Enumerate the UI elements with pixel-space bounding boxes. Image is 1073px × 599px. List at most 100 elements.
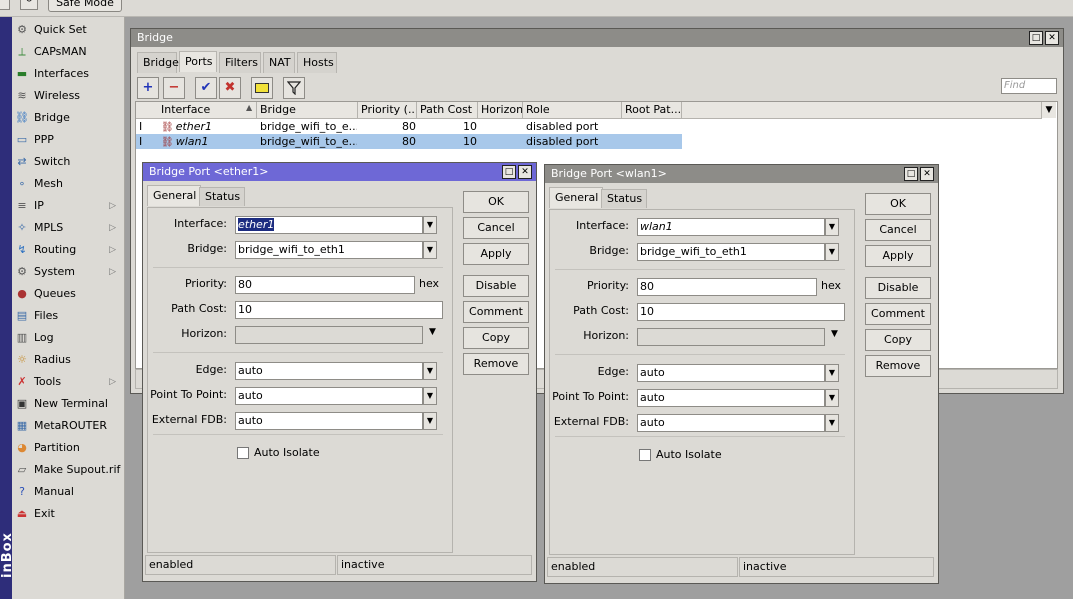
- table-row[interactable]: I ⛓ ether1 bridge_wifi_to_e... 80 10 disabled …: [136, 119, 682, 134]
- sidebar-item-bridge[interactable]: ⛓ Bridge: [12, 107, 124, 129]
- disable-button[interactable]: Disable: [463, 275, 529, 297]
- dropdown-arrow-icon[interactable]: ▼: [825, 414, 839, 432]
- cancel-button[interactable]: Cancel: [463, 217, 529, 239]
- dialog-titlebar[interactable]: Bridge Port <wlan1> □ ✕: [545, 165, 938, 183]
- sidebar-item-log[interactable]: ▥ Log: [12, 327, 124, 349]
- column-header-bridge[interactable]: Bridge: [257, 102, 358, 119]
- bridge-window-titlebar[interactable]: Bridge □ ✕: [131, 29, 1063, 47]
- enable-button[interactable]: ✔: [195, 77, 217, 99]
- sidebar-item-partition[interactable]: ◕ Partition: [12, 437, 124, 459]
- copy-button[interactable]: Copy: [865, 329, 931, 351]
- column-menu-icon[interactable]: ▼: [1042, 102, 1056, 118]
- maximize-icon[interactable]: □: [1029, 31, 1043, 45]
- sidebar-item-wireless[interactable]: ≋ Wireless: [12, 85, 124, 107]
- sidebar-item-capsman[interactable]: ⟂ CAPsMAN: [12, 41, 124, 63]
- tab-ports[interactable]: Ports: [179, 51, 217, 72]
- sidebar-item-tools[interactable]: ✗ Tools ▷: [12, 371, 124, 393]
- sidebar-item-switch[interactable]: ⇄ Switch: [12, 151, 124, 173]
- sidebar-item-quick-set[interactable]: ⚙ Quick Set: [12, 19, 124, 41]
- maximize-icon[interactable]: □: [502, 165, 516, 179]
- remove-button[interactable]: Remove: [463, 353, 529, 375]
- sidebar-item-mpls[interactable]: ✧ MPLS ▷: [12, 217, 124, 239]
- disable-button[interactable]: Disable: [865, 277, 931, 299]
- p2p-field[interactable]: auto: [637, 389, 825, 407]
- sidebar-item-make-supout-rif[interactable]: ▱ Make Supout.rif: [12, 459, 124, 481]
- comment-button[interactable]: [251, 77, 273, 99]
- add-button[interactable]: +: [137, 77, 159, 99]
- column-header-horizon[interactable]: Horizon: [478, 102, 523, 119]
- edge-field[interactable]: auto: [637, 364, 825, 382]
- dropdown-arrow-icon[interactable]: ▼: [423, 412, 437, 430]
- ext-fdb-field[interactable]: auto: [235, 412, 423, 430]
- ext-fdb-field[interactable]: auto: [637, 414, 825, 432]
- sidebar-item-ip[interactable]: ≡ IP ▷: [12, 195, 124, 217]
- sidebar-item-ppp[interactable]: ▭ PPP: [12, 129, 124, 151]
- bridge-field[interactable]: bridge_wifi_to_eth1: [637, 243, 825, 261]
- column-header-root-pat[interactable]: Root Pat...: [622, 102, 682, 119]
- column-header-interface[interactable]: Interface: [158, 102, 257, 119]
- tab-hosts[interactable]: Hosts: [297, 52, 337, 73]
- tab-general[interactable]: General: [147, 185, 201, 206]
- disable-button[interactable]: ✖: [219, 77, 241, 99]
- remove-button[interactable]: Remove: [865, 355, 931, 377]
- tab-bridge[interactable]: Bridge: [137, 52, 179, 73]
- safe-mode-button[interactable]: Safe Mode: [48, 0, 122, 12]
- interface-field[interactable]: wlan1: [637, 218, 825, 236]
- ok-button[interactable]: OK: [865, 193, 931, 215]
- cancel-button[interactable]: Cancel: [865, 219, 931, 241]
- column-header-priority[interactable]: Priority (...: [358, 102, 417, 119]
- redo-button[interactable]: ↻: [20, 0, 38, 10]
- horizon-field[interactable]: [637, 328, 825, 346]
- dropdown-arrow-icon[interactable]: ▼: [423, 362, 437, 380]
- filter-button[interactable]: [283, 77, 305, 99]
- flag-column-header[interactable]: [136, 102, 159, 119]
- path-cost-field[interactable]: 10: [235, 301, 443, 319]
- auto-isolate-checkbox[interactable]: [639, 449, 651, 461]
- priority-field[interactable]: 80: [637, 278, 817, 296]
- find-input[interactable]: Find: [1001, 78, 1057, 94]
- bridge-field[interactable]: bridge_wifi_to_eth1: [235, 241, 423, 259]
- tab-nat[interactable]: NAT: [263, 52, 295, 73]
- table-row[interactable]: I ⛓ wlan1 bridge_wifi_to_e... 80 10 disabled p…: [136, 134, 682, 149]
- sidebar-item-system[interactable]: ⚙ System ▷: [12, 261, 124, 283]
- sidebar-item-radius[interactable]: ☼ Radius: [12, 349, 124, 371]
- dialog-titlebar[interactable]: Bridge Port <ether1> □ ✕: [143, 163, 536, 181]
- dropdown-arrow-icon[interactable]: ▼: [825, 243, 839, 261]
- horizon-field[interactable]: [235, 326, 423, 344]
- sidebar-item-manual[interactable]: ? Manual: [12, 481, 124, 503]
- maximize-icon[interactable]: □: [904, 167, 918, 181]
- undo-button[interactable]: [0, 0, 10, 10]
- sidebar-item-routing[interactable]: ↯ Routing ▷: [12, 239, 124, 261]
- tab-filters[interactable]: Filters: [219, 52, 261, 73]
- column-header-path-cost[interactable]: Path Cost: [417, 102, 478, 119]
- close-icon[interactable]: ✕: [920, 167, 934, 181]
- close-icon[interactable]: ✕: [1045, 31, 1059, 45]
- p2p-field[interactable]: auto: [235, 387, 423, 405]
- dropdown-arrow-icon[interactable]: ▼: [429, 327, 436, 337]
- copy-button[interactable]: Copy: [463, 327, 529, 349]
- sidebar-item-queues[interactable]: ● Queues: [12, 283, 124, 305]
- tab-general[interactable]: General: [549, 187, 603, 208]
- sidebar-item-mesh[interactable]: ∘ Mesh: [12, 173, 124, 195]
- dropdown-arrow-icon[interactable]: ▼: [825, 389, 839, 407]
- edge-field[interactable]: auto: [235, 362, 423, 380]
- comment-button[interactable]: Comment: [865, 303, 931, 325]
- comment-button[interactable]: Comment: [463, 301, 529, 323]
- interface-field[interactable]: ether1: [235, 216, 423, 234]
- sidebar-item-new-terminal[interactable]: ▣ New Terminal: [12, 393, 124, 415]
- apply-button[interactable]: Apply: [865, 245, 931, 267]
- dropdown-arrow-icon[interactable]: ▼: [423, 216, 437, 234]
- sidebar-item-interfaces[interactable]: ▬ Interfaces: [12, 63, 124, 85]
- priority-field[interactable]: 80: [235, 276, 415, 294]
- sidebar-item-exit[interactable]: ⏏ Exit: [12, 503, 124, 525]
- auto-isolate-checkbox[interactable]: [237, 447, 249, 459]
- dropdown-arrow-icon[interactable]: ▼: [423, 241, 437, 259]
- dropdown-arrow-icon[interactable]: ▼: [831, 329, 838, 339]
- remove-button[interactable]: −: [163, 77, 185, 99]
- tab-status[interactable]: Status: [199, 187, 245, 206]
- dropdown-arrow-icon[interactable]: ▼: [825, 218, 839, 236]
- dropdown-arrow-icon[interactable]: ▼: [825, 364, 839, 382]
- apply-button[interactable]: Apply: [463, 243, 529, 265]
- column-header-role[interactable]: Role: [523, 102, 622, 119]
- path-cost-field[interactable]: 10: [637, 303, 845, 321]
